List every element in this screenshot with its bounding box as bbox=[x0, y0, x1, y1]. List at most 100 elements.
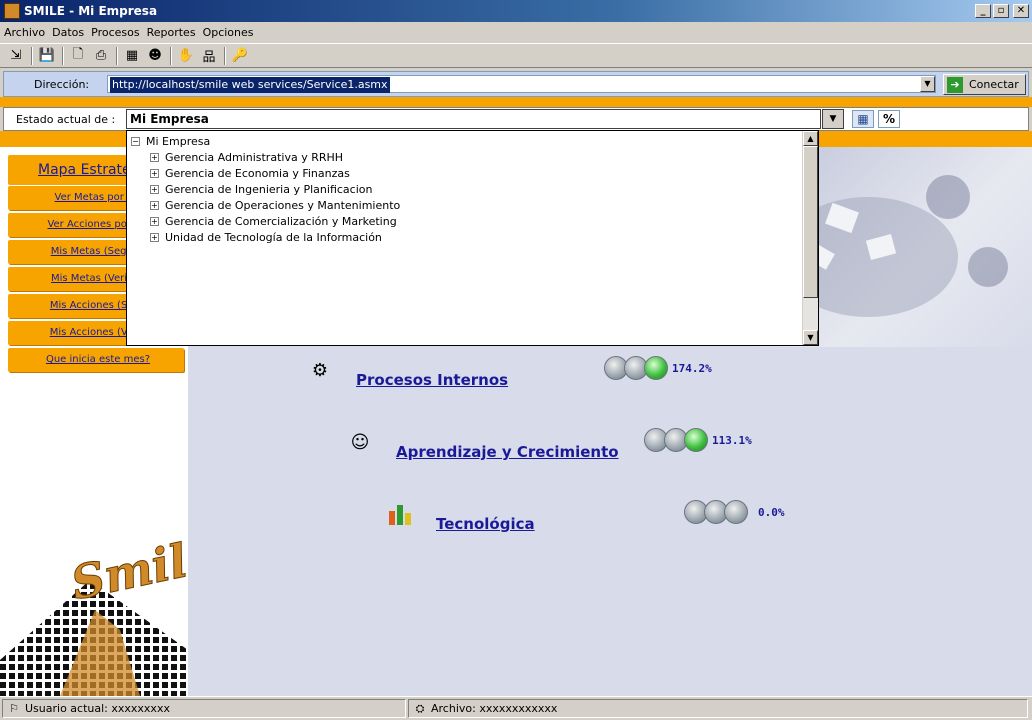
chart-icon[interactable]: ▦ bbox=[122, 46, 142, 66]
scroll-up-icon[interactable]: ▲ bbox=[803, 131, 818, 146]
maximize-button[interactable]: ▫ bbox=[993, 4, 1009, 18]
smile-logo: Smile bbox=[0, 520, 188, 696]
status-file-label: Archivo: xxxxxxxxxxxx bbox=[431, 702, 558, 715]
tree-node[interactable]: + Gerencia de Economia y Finanzas bbox=[131, 165, 400, 181]
arrow-right-icon: ➔ bbox=[947, 76, 963, 93]
estado-bar: Estado actual de : Mi Empresa ▼ ▦ % bbox=[3, 107, 1029, 131]
status-user-label: Usuario actual: xxxxxxxxx bbox=[25, 702, 170, 715]
status-bar: ⚐ Usuario actual: xxxxxxxxx ⛭ Archivo: x… bbox=[0, 696, 1032, 720]
traffic-lights-procesos: 174.2% bbox=[604, 356, 712, 380]
perspective-value: 0.0% bbox=[758, 505, 785, 519]
scroll-thumb[interactable] bbox=[803, 146, 818, 298]
estado-combo[interactable]: Mi Empresa bbox=[126, 109, 821, 129]
network-icon: ⛭ bbox=[415, 701, 425, 715]
light-green bbox=[684, 428, 708, 452]
toolbar-separator bbox=[116, 46, 118, 65]
connect-button[interactable]: ➔ Conectar bbox=[943, 74, 1026, 95]
tree-node[interactable]: + Unidad de Tecnología de la Información bbox=[131, 229, 400, 245]
perspective-value: 174.2% bbox=[672, 361, 712, 375]
tree-node-label: Mi Empresa bbox=[146, 134, 211, 148]
bar-chart-icon bbox=[384, 498, 416, 530]
tree-node-label: Gerencia de Ingenieria y Planificacion bbox=[165, 182, 373, 196]
tree-node-label: Gerencia de Economia y Finanzas bbox=[165, 166, 350, 180]
users-icon[interactable]: ☻ bbox=[145, 46, 165, 66]
process-icon: ⚙ bbox=[311, 359, 329, 381]
tree-node[interactable]: + Gerencia de Ingenieria y Planificacion bbox=[131, 181, 400, 197]
traffic-lights-aprendizaje: 113.1% bbox=[644, 428, 752, 452]
light-green bbox=[644, 356, 668, 380]
save-icon[interactable]: 💾 bbox=[37, 46, 57, 66]
expand-icon[interactable]: + bbox=[150, 184, 159, 194]
sidebar-item-label: Que inicia este mes? bbox=[45, 354, 151, 365]
menu-opciones[interactable]: Opciones bbox=[203, 26, 254, 39]
perspective-aprendizaje-link[interactable]: Aprendizaje y Crecimiento bbox=[396, 443, 619, 461]
percent-button[interactable]: % bbox=[878, 110, 900, 128]
toolbar-separator bbox=[224, 46, 226, 65]
logo-text: Smile bbox=[66, 527, 188, 610]
learning-icon: ☺ bbox=[350, 431, 370, 453]
title-bar: SMILE - Mi Empresa _ ▫ ✕ bbox=[0, 0, 1032, 22]
tree-node-label: Gerencia de Comercialización y Marketing bbox=[165, 214, 397, 228]
orgchart-icon[interactable]: 品 bbox=[199, 46, 219, 66]
toolbar-separator bbox=[62, 46, 64, 65]
light-gray bbox=[724, 500, 748, 524]
expand-icon[interactable]: + bbox=[150, 216, 159, 226]
estado-dropdown-tree[interactable]: − Mi Empresa + Gerencia Administrativa y R… bbox=[126, 130, 819, 346]
orange-divider bbox=[0, 97, 1032, 107]
menu-procesos[interactable]: Procesos bbox=[91, 26, 139, 39]
address-bar: Dirección: http://localhost/smile web se… bbox=[3, 71, 1029, 97]
tree-scrollbar[interactable]: ▲ ▼ bbox=[802, 131, 818, 345]
status-file: ⛭ Archivo: xxxxxxxxxxxx bbox=[408, 699, 1028, 718]
key-icon[interactable]: 🔑 bbox=[230, 46, 250, 66]
expand-icon[interactable]: + bbox=[150, 200, 159, 210]
app-icon bbox=[4, 3, 20, 19]
preview-icon[interactable]: 🗋 bbox=[68, 46, 88, 66]
tree-node[interactable]: + Gerencia Administrativa y RRHH bbox=[131, 149, 400, 165]
sidebar-item-que-inicia[interactable]: Que inicia este mes? bbox=[8, 348, 184, 372]
tree-node-label: Gerencia de Operaciones y Mantenimiento bbox=[165, 198, 401, 212]
menu-bar: Archivo Datos Procesos Reportes Opciones bbox=[0, 22, 1032, 42]
perspective-tecnologica: Tecnológica bbox=[384, 495, 535, 533]
address-url: http://localhost/smile web services/Serv… bbox=[110, 77, 390, 93]
perspective-aprendizaje: ☺ Aprendizaje y Crecimiento bbox=[344, 423, 619, 462]
toolbar-separator bbox=[31, 46, 33, 65]
tree-node[interactable]: + Gerencia de Operaciones y Mantenimiento bbox=[131, 197, 400, 213]
exit-icon[interactable]: ⇲ bbox=[6, 46, 26, 66]
perspective-procesos: ⚙ Procesos Internos bbox=[304, 351, 508, 390]
address-input[interactable]: http://localhost/smile web services/Serv… bbox=[107, 75, 936, 93]
minimize-button[interactable]: _ bbox=[975, 4, 991, 18]
expand-icon[interactable]: + bbox=[150, 232, 159, 242]
toolbar: ⇲ 💾 🗋 ⎙ ▦ ☻ ✋ 品 🔑 bbox=[0, 43, 1032, 68]
address-dropdown-button[interactable]: ▼ bbox=[920, 76, 935, 92]
tree-node-label: Gerencia Administrativa y RRHH bbox=[165, 150, 344, 164]
handshake-icon[interactable]: ✋ bbox=[176, 46, 196, 66]
tree-node-root[interactable]: − Mi Empresa bbox=[131, 133, 400, 149]
menu-reportes[interactable]: Reportes bbox=[147, 26, 196, 39]
window-title: SMILE - Mi Empresa bbox=[24, 4, 158, 18]
user-icon: ⚐ bbox=[9, 701, 19, 715]
estado-label: Estado actual de : bbox=[16, 113, 116, 126]
perspective-procesos-link[interactable]: Procesos Internos bbox=[356, 371, 508, 389]
perspective-tecnologica-link[interactable]: Tecnológica bbox=[436, 515, 535, 533]
tree-node-label: Unidad de Tecnología de la Información bbox=[165, 230, 382, 244]
connect-label: Conectar bbox=[969, 78, 1019, 91]
print-icon[interactable]: ⎙ bbox=[91, 46, 111, 66]
tree-node[interactable]: + Gerencia de Comercialización y Marketin… bbox=[131, 213, 400, 229]
calculator-icon[interactable]: ▦ bbox=[852, 110, 874, 128]
estado-dropdown-button[interactable]: ▼ bbox=[822, 109, 844, 129]
menu-archivo[interactable]: Archivo bbox=[4, 26, 45, 39]
traffic-lights-tecnologica: 0.0% bbox=[684, 500, 785, 524]
bar-chart-graphic bbox=[389, 505, 411, 525]
address-label: Dirección: bbox=[34, 77, 90, 91]
collapse-icon[interactable]: − bbox=[131, 136, 140, 146]
expand-icon[interactable]: + bbox=[150, 152, 159, 162]
expand-icon[interactable]: + bbox=[150, 168, 159, 178]
status-user: ⚐ Usuario actual: xxxxxxxxx bbox=[2, 699, 406, 718]
menu-datos[interactable]: Datos bbox=[52, 26, 84, 39]
org-tree: − Mi Empresa + Gerencia Administrativa y R… bbox=[131, 133, 400, 245]
close-button[interactable]: ✕ bbox=[1013, 4, 1029, 18]
scroll-down-icon[interactable]: ▼ bbox=[803, 330, 818, 345]
perspective-value: 113.1% bbox=[712, 433, 752, 447]
toolbar-separator bbox=[170, 46, 172, 65]
logo-graphic: Smile bbox=[0, 527, 188, 696]
